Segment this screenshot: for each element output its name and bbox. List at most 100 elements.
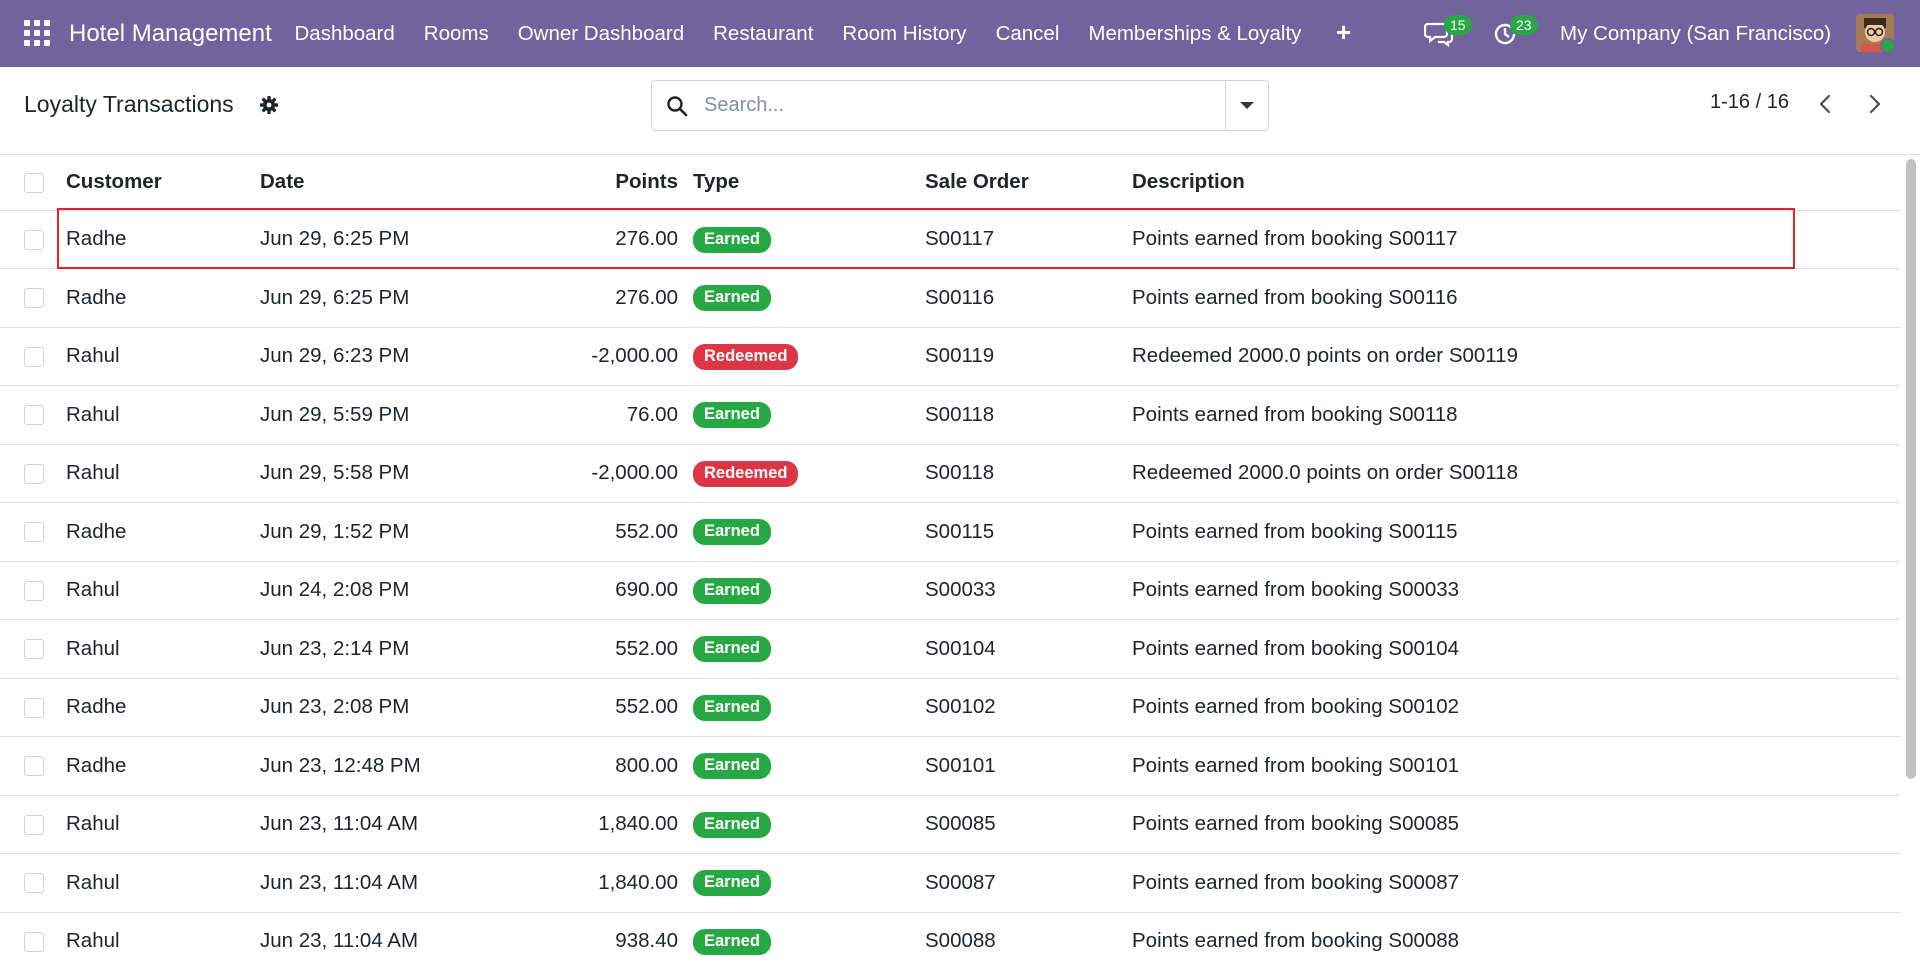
cell-customer: Radhe [66,210,260,269]
cell-description: Points earned from booking S00116 [1132,268,1900,328]
cell-type: Earned [693,795,925,854]
page-title[interactable]: Loyalty Transactions [24,91,234,118]
table-row[interactable]: Radhe Jun 23, 12:48 PM 800.00 Earned S00101 P… [0,736,1900,796]
cell-points: 552.00 [500,678,693,737]
search-input[interactable] [704,81,1204,130]
cell-date: Jun 23, 2:08 PM [260,678,500,737]
cell-description: Points earned from booking S00085 [1132,795,1900,854]
row-checkbox[interactable] [24,346,44,367]
cell-points: 1,840.00 [500,853,693,913]
menu-item-restaurant[interactable]: Restaurant [699,0,828,67]
cell-customer: Rahul [66,853,260,913]
column-header-type[interactable]: Type [693,155,925,211]
cell-points: 552.00 [500,619,693,679]
table-row[interactable]: Rahul Jun 23, 11:04 AM 1,840.00 Earned S0008… [0,795,1900,854]
menu-item-cancel[interactable]: Cancel [981,0,1074,67]
table-header-row: Customer Date Points Type Sale Order Des… [0,155,1900,211]
more-menu-plus-icon[interactable]: + [1316,0,1371,67]
vertical-scrollbar[interactable] [1902,155,1920,964]
main-menu: Dashboard Rooms Owner Dashboard Restaura… [280,0,1371,67]
menu-item-owner-dashboard[interactable]: Owner Dashboard [503,0,698,67]
menu-item-room-history[interactable]: Room History [828,0,981,67]
table-row[interactable]: Radhe Jun 23, 2:08 PM 552.00 Earned S00102 Po… [0,678,1900,737]
table-row[interactable]: Rahul Jun 24, 2:08 PM 690.00 Earned S00033 Po… [0,561,1900,620]
cell-sale-order: S00101 [925,736,1132,796]
table-row[interactable]: Rahul Jun 23, 11:04 AM 938.40 Earned S00088 P… [0,912,1900,964]
cell-sale-order: S00117 [925,210,1132,269]
apps-menu-icon[interactable] [24,20,50,46]
row-select-cell [0,444,66,503]
table-row[interactable]: Radhe Jun 29, 6:25 PM 276.00 Earned S00117 Po… [0,210,1900,269]
cell-sale-order: S00119 [925,327,1132,386]
cell-points: 552.00 [500,502,693,562]
row-checkbox[interactable] [24,697,44,718]
cell-customer: Rahul [66,619,260,679]
search-options-toggle[interactable] [1225,81,1268,130]
row-checkbox[interactable] [24,288,44,309]
company-switcher[interactable]: My Company (San Francisco) [1560,0,1831,67]
row-select-cell [0,795,66,854]
row-checkbox[interactable] [24,405,44,426]
cell-date: Jun 23, 12:48 PM [260,736,500,796]
row-checkbox[interactable] [24,756,44,777]
pager-previous-button[interactable] [1812,89,1840,119]
cell-description: Points earned from booking S00088 [1132,912,1900,964]
row-checkbox[interactable] [24,580,44,601]
row-select-cell [0,561,66,620]
table-row[interactable]: Rahul Jun 29, 6:23 PM -2,000.00 Redeemed S00… [0,327,1900,386]
column-header-sale-order[interactable]: Sale Order [925,155,1132,211]
table-row[interactable]: Rahul Jun 23, 2:14 PM 552.00 Earned S00104 Po… [0,619,1900,679]
pager-next-button[interactable] [1860,89,1888,119]
type-badge: Earned [693,753,771,780]
cell-points: 690.00 [500,561,693,620]
cell-type: Earned [693,736,925,796]
table-row[interactable]: Radhe Jun 29, 6:25 PM 276.00 Earned S00116 Po… [0,268,1900,328]
cell-customer: Rahul [66,444,260,503]
control-panel: Loyalty Transactions Search... 1-16 / 16 [0,67,1920,155]
column-header-description[interactable]: Description [1132,155,1900,211]
row-select-cell [0,327,66,386]
cell-points: 800.00 [500,736,693,796]
column-header-points[interactable]: Points [500,155,693,211]
menu-item-dashboard[interactable]: Dashboard [280,0,409,67]
cell-date: Jun 29, 5:58 PM [260,444,500,503]
type-badge: Earned [693,519,771,546]
row-select-cell [0,912,66,964]
row-checkbox[interactable] [24,522,44,543]
cell-description: Points earned from booking S00117 [1132,210,1900,269]
row-checkbox[interactable] [24,873,44,894]
cell-type: Earned [693,502,925,562]
column-header-customer[interactable]: Customer [66,155,260,211]
row-checkbox[interactable] [24,229,44,250]
table-body: Radhe Jun 29, 6:25 PM 276.00 Earned S00117 Po… [0,210,1900,964]
cell-customer: Rahul [66,795,260,854]
select-all-checkbox[interactable] [24,172,44,193]
type-badge: Earned [693,285,771,312]
gear-icon[interactable] [259,95,279,115]
menu-item-rooms[interactable]: Rooms [409,0,503,67]
type-badge: Earned [693,636,771,663]
row-checkbox[interactable] [24,639,44,660]
cell-description: Points earned from booking S00101 [1132,736,1900,796]
cell-customer: Rahul [66,561,260,620]
row-checkbox[interactable] [24,814,44,835]
scrollbar-thumb[interactable] [1906,159,1916,779]
cell-description: Points earned from booking S00115 [1132,502,1900,562]
row-select-cell [0,268,66,328]
app-brand[interactable]: Hotel Management [69,0,272,67]
table-row[interactable]: Radhe Jun 29, 1:52 PM 552.00 Earned S00115 Po… [0,502,1900,562]
type-badge: Earned [693,811,771,838]
table-row[interactable]: Rahul Jun 29, 5:59 PM 76.00 Earned S00118 Poi… [0,385,1900,445]
row-checkbox[interactable] [24,463,44,484]
table-row[interactable]: Rahul Jun 23, 11:04 AM 1,840.00 Earned S0008… [0,853,1900,913]
cell-sale-order: S00033 [925,561,1132,620]
row-checkbox[interactable] [24,931,44,952]
pager-value[interactable]: 1-16 / 16 [1710,91,1789,114]
cell-description: Redeemed 2000.0 points on order S00119 [1132,327,1900,386]
column-header-date[interactable]: Date [260,155,500,211]
search-box [651,80,1269,131]
cell-customer: Rahul [66,327,260,386]
menu-item-memberships-loyalty[interactable]: Memberships & Loyalty [1074,0,1316,67]
cell-sale-order: S00115 [925,502,1132,562]
table-row[interactable]: Rahul Jun 29, 5:58 PM -2,000.00 Redeemed S00… [0,444,1900,503]
